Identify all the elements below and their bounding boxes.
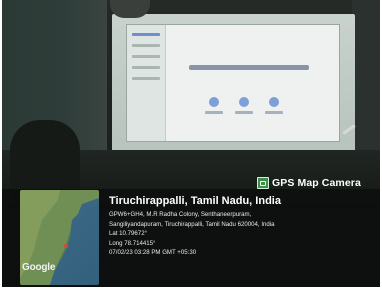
geotagged-photo: GPS Map Camera Google Tiruchirappalli, T… — [0, 0, 382, 291]
projected-option-label — [265, 111, 283, 114]
latitude: Lat 10.79672° — [109, 230, 148, 238]
projected-sidebar — [127, 25, 166, 141]
location-title: Tiruchirappalli, Tamil Nadu, India — [109, 195, 281, 207]
projected-option-label — [205, 111, 223, 114]
projected-option-icon — [239, 97, 249, 107]
person-head — [110, 0, 150, 18]
projected-option-label — [235, 111, 253, 114]
projector-screen — [112, 14, 355, 152]
address-line-2: Sangiliyandapuram, Tiruchirappalli, Tami… — [109, 220, 275, 228]
projected-heading — [189, 65, 309, 70]
projected-window — [126, 24, 340, 142]
gallery-icon — [257, 176, 269, 189]
location-info: Tiruchirappalli, Tamil Nadu, India GPW6+… — [109, 195, 377, 258]
projected-option-icon — [269, 97, 279, 107]
watermark-brand-text: GPS Map Camera — [272, 176, 361, 189]
projected-option-icon — [209, 97, 219, 107]
seated-person — [10, 120, 80, 200]
gps-map-camera-watermark: GPS Map Camera — [257, 176, 361, 189]
address-line-1: GPW6+GH4, M.R Radha Colony, Senthaneerpu… — [109, 211, 252, 218]
google-attribution: Google — [22, 262, 56, 273]
longitude: Long 78.714415° — [109, 239, 156, 247]
timestamp: 07/02/23 03:28 PM GMT +05:30 — [109, 249, 197, 257]
